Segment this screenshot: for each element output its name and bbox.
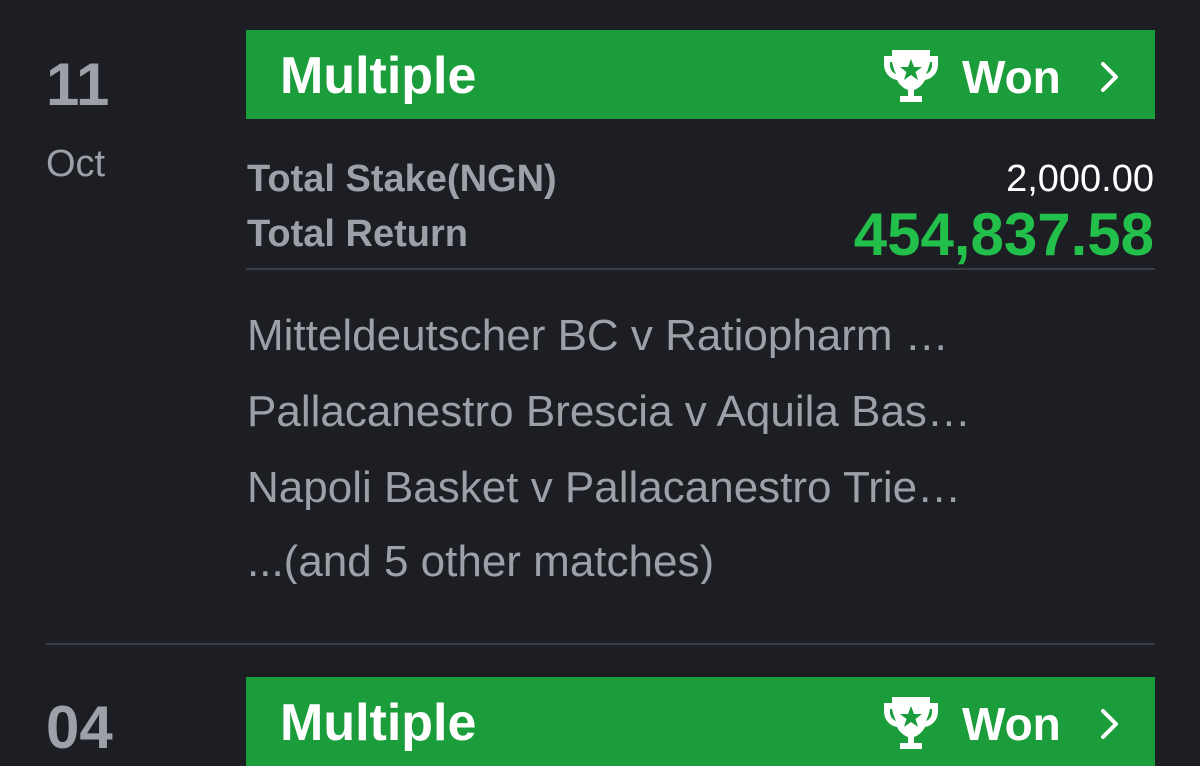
- bet-type-label: Multiple: [280, 47, 477, 105]
- total-return-label: Total Return: [247, 213, 468, 255]
- chevron-right-icon: [1101, 709, 1118, 739]
- bet-status-label: Won: [962, 51, 1061, 103]
- bet-date-day: 04: [46, 694, 113, 761]
- chevron-right-icon: [1101, 62, 1118, 92]
- bet-status-label: Won: [962, 698, 1061, 750]
- match-item: Mitteldeutscher BC v Ratiopharm …: [247, 314, 949, 358]
- match-item: Pallacanestro Brescia v Aquila Bas…: [247, 390, 971, 434]
- match-item: Napoli Basket v Pallacanestro Trie…: [247, 466, 962, 510]
- bet-header-bar[interactable]: Multiple Won: [246, 677, 1155, 766]
- bet-item[interactable]: 11 Oct Multiple Won Total Stake(NGN) 2,0…: [0, 0, 1200, 646]
- bet-date-day: 11: [46, 51, 110, 118]
- total-stake-value: 2,000.00: [1006, 158, 1154, 200]
- bet-header-bar[interactable]: Multiple Won: [246, 30, 1155, 119]
- more-matches-label: ...(and 5 other matches): [247, 540, 715, 584]
- bet-type-label: Multiple: [280, 694, 477, 752]
- total-return-value: 454,837.58: [853, 201, 1154, 268]
- bet-row-divider: [46, 643, 1155, 645]
- trophy-icon: [884, 697, 938, 749]
- trophy-icon: [884, 50, 938, 102]
- summary-divider: [246, 268, 1155, 270]
- bet-item[interactable]: 04 Multiple Won: [0, 646, 1200, 766]
- total-stake-label: Total Stake(NGN): [247, 158, 557, 200]
- bet-date-month: Oct: [46, 143, 106, 185]
